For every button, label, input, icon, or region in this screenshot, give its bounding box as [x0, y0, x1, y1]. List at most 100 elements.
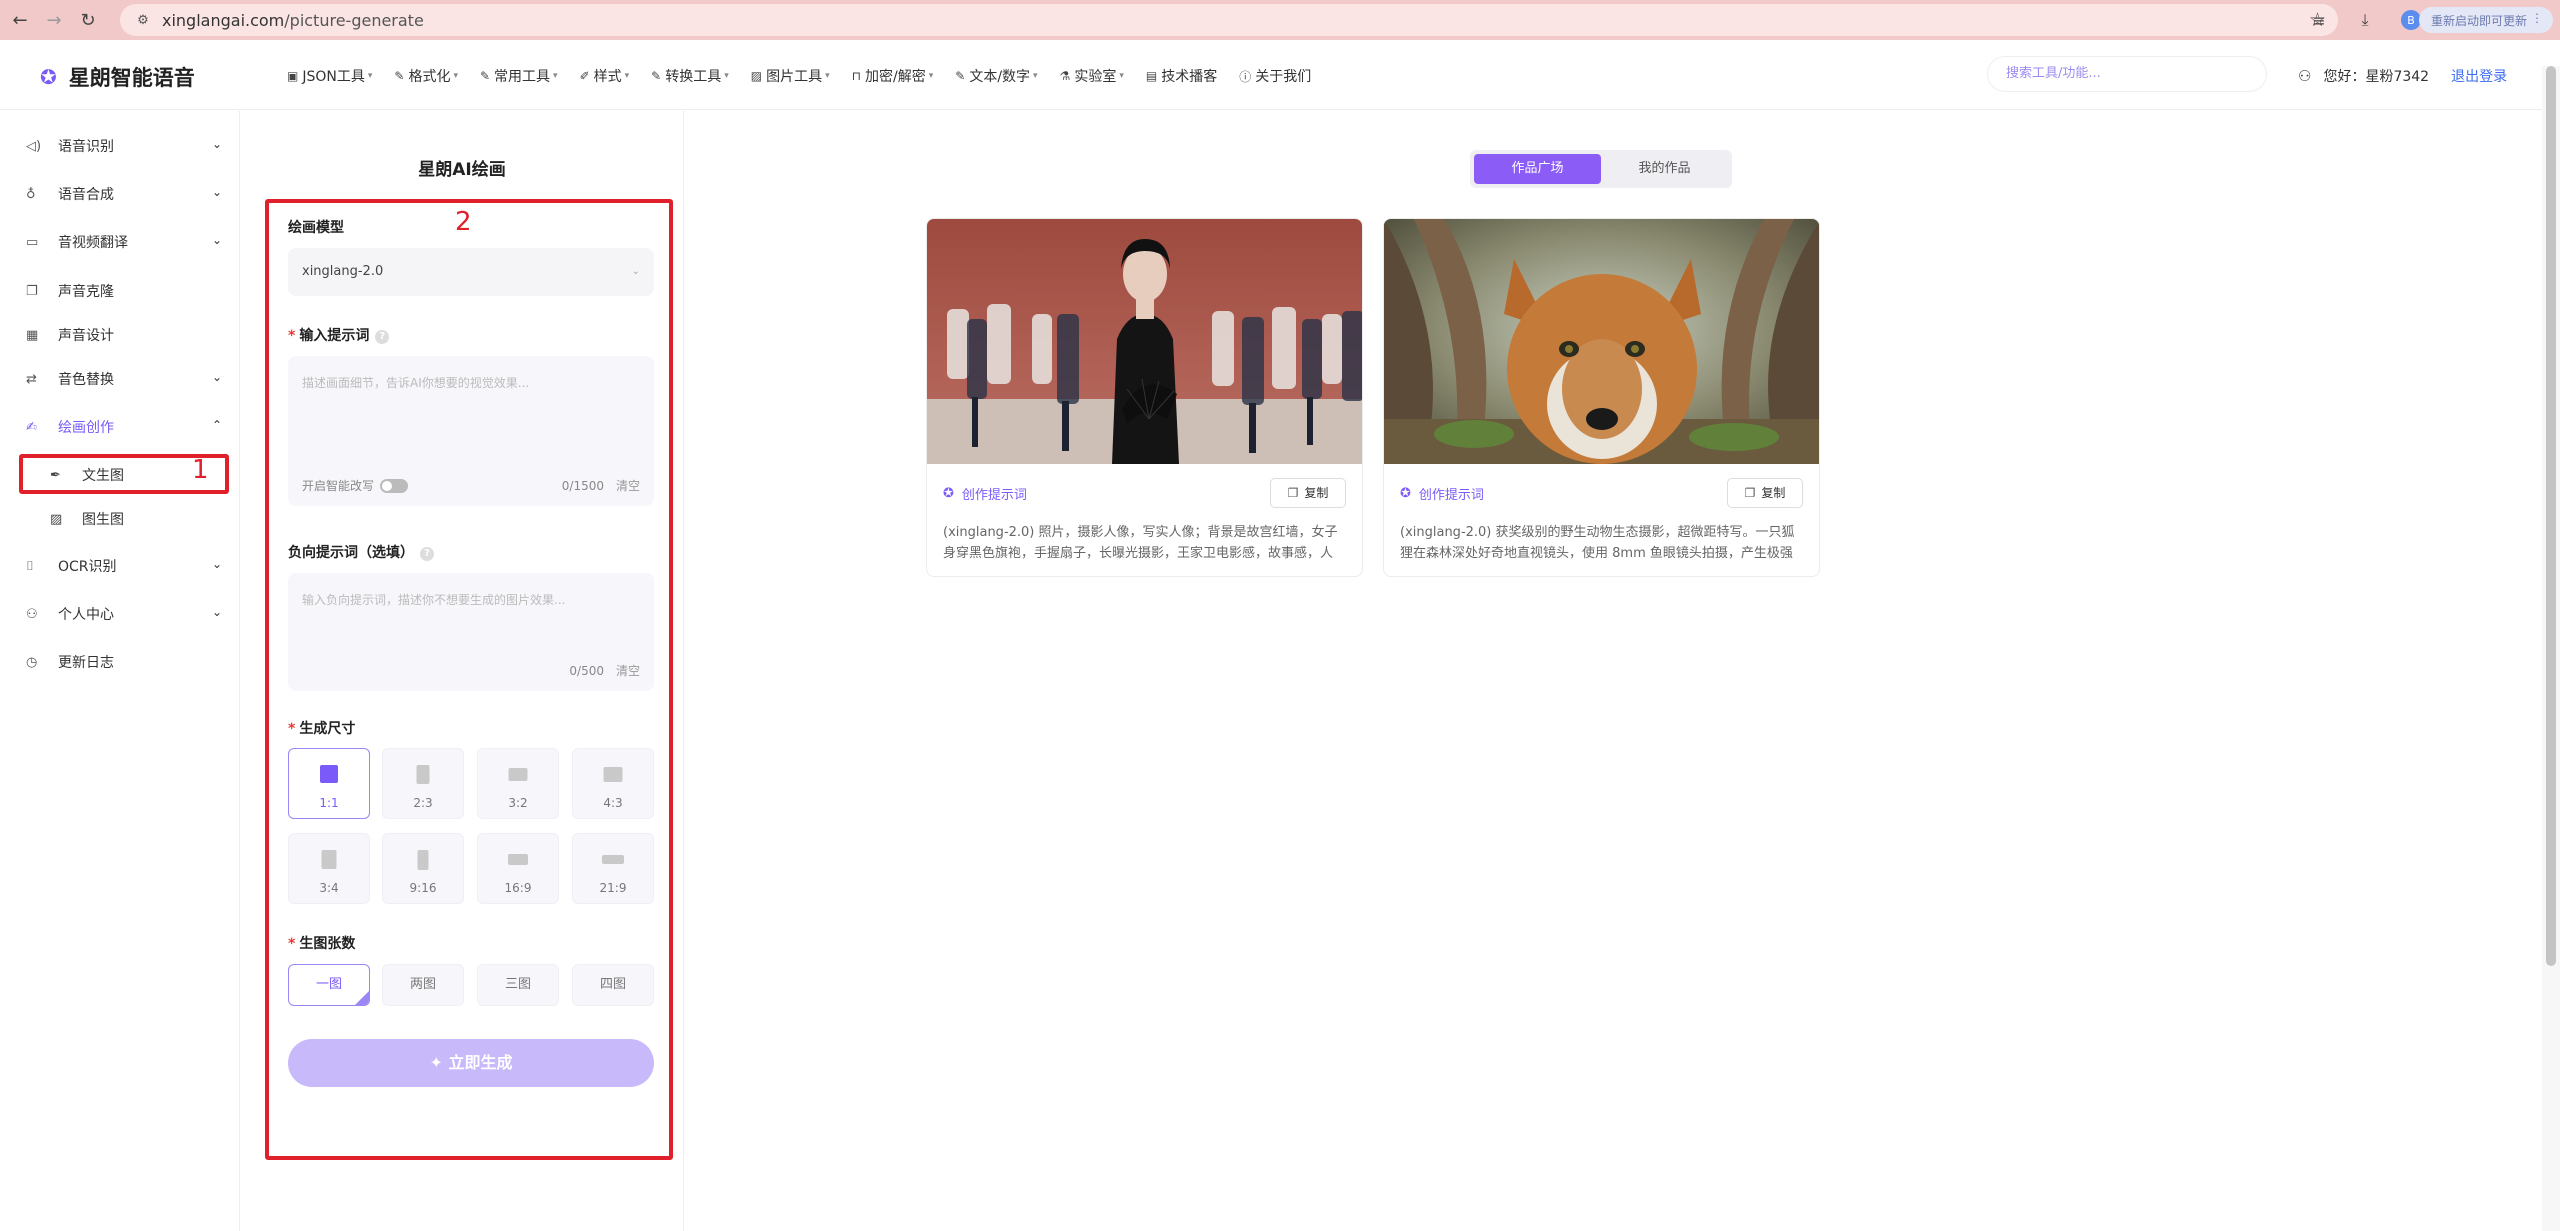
swap-icon: ⇄: [26, 371, 37, 387]
copy-icon: ❐: [1287, 486, 1299, 500]
reload-icon[interactable]: ↻: [74, 6, 102, 34]
sidebar-item-voice-clone[interactable]: ❐ 声音克隆: [26, 273, 222, 309]
nav-tech-podcast[interactable]: ▤ 技术播客: [1146, 66, 1217, 86]
scan-icon: ⌷: [26, 558, 34, 574]
address-bar[interactable]: ⚙ xinglangai.com/picture-generate ☆: [120, 4, 2338, 36]
gallery-card[interactable]: ✪ 创作提示词 ❐ 复制 (xinglang-2.0) 获奖级别的野生动物生态摄影，…: [1383, 218, 1820, 577]
sidebar-subitem-image-to-image[interactable]: ▨ 图生图: [22, 500, 228, 538]
tab-my-works[interactable]: 我的作品: [1601, 154, 1728, 184]
prompt-tag[interactable]: ✪ 创作提示词: [1400, 484, 1484, 503]
nav-image-tools[interactable]: ▨ 图片工具 ▾: [751, 66, 830, 86]
caret-down-icon: ▾: [825, 71, 830, 81]
count-option-four[interactable]: 四图: [572, 964, 654, 1006]
speaker-icon: ◁): [26, 138, 42, 154]
sidebar-item-voice-design[interactable]: ▦ 声音设计: [26, 317, 222, 353]
download-icon[interactable]: ⤓: [2351, 6, 2379, 34]
caret-down-icon: ▾: [1033, 71, 1038, 81]
size-option-9-16[interactable]: 9:16: [382, 833, 464, 904]
size-option-3-2[interactable]: 3:2: [477, 748, 559, 819]
sidebar-item-av-translation[interactable]: ▭ 音视频翻译 ⌄: [26, 224, 222, 260]
size-option-16-9[interactable]: 16:9: [477, 833, 559, 904]
size-option-21-9[interactable]: 21:9: [572, 833, 654, 904]
count-option-one[interactable]: 一图: [288, 964, 370, 1006]
negative-prompt-label: 负向提示词（选填）?: [288, 542, 434, 562]
brand-name: 星朗智能语音: [68, 66, 195, 90]
forward-icon[interactable]: →: [40, 6, 68, 34]
nav-about[interactable]: ⓘ 关于我们: [1239, 66, 1311, 86]
model-select[interactable]: xinglang-2.0 ⌄: [288, 248, 654, 296]
nav-style[interactable]: ✐ 样式 ▾: [580, 66, 630, 86]
chevron-down-icon: ⌄: [631, 266, 640, 277]
logout-link[interactable]: 退出登录: [2451, 66, 2507, 86]
generate-button[interactable]: ✦ 立即生成: [288, 1039, 654, 1087]
url-text[interactable]: xinglangai.com/picture-generate: [162, 11, 424, 30]
sidebar-item-ocr[interactable]: ⌷ OCR识别 ⌄: [26, 548, 222, 584]
count-option-three[interactable]: 三图: [477, 964, 559, 1006]
sidebar-item-speech-recognition[interactable]: ◁) 语音识别 ⌄: [26, 128, 222, 164]
history-icon: ◷: [26, 654, 38, 670]
scrollbar-thumb[interactable]: [2546, 66, 2556, 966]
tool-search-input[interactable]: 搜索工具/功能...: [1987, 56, 2267, 92]
sidebar-item-personal-center[interactable]: ⚇ 个人中心 ⌄: [26, 596, 222, 632]
prompt-tag[interactable]: ✪ 创作提示词: [943, 484, 1027, 503]
flask-icon: ⚗: [1059, 69, 1071, 83]
help-icon[interactable]: ?: [420, 547, 434, 561]
smart-rewrite-row: 开启智能改写: [302, 477, 409, 494]
size-option-4-3[interactable]: 4:3: [572, 748, 654, 819]
menu-kebab-icon[interactable]: ⋮: [2531, 11, 2543, 25]
nav-lab[interactable]: ⚗ 实验室 ▾: [1060, 66, 1124, 86]
size-option-2-3[interactable]: 2:3: [382, 748, 464, 819]
sidebar: ◁) 语音识别 ⌄ ♁ 语音合成 ⌄ ▭ 音视频翻译 ⌄ ❐ 声音克隆 ▦ 声音设计 ⇄ 音色替换…: [0, 111, 240, 1231]
size-option-1-1[interactable]: 1:1: [288, 748, 370, 819]
copy-button[interactable]: ❐ 复制: [1727, 478, 1803, 508]
sidebar-item-changelog[interactable]: ◷ 更新日志: [26, 644, 222, 680]
sparkle-icon: ✪: [1400, 486, 1411, 501]
smart-rewrite-toggle[interactable]: [380, 478, 409, 493]
gallery-card[interactable]: ✪ 创作提示词 ❐ 复制 (xinglang-2.0) 照片，摄影人像，写实人像；背…: [926, 218, 1363, 577]
sidebar-item-drawing[interactable]: ✍ 绘画创作 ⌃: [26, 409, 222, 445]
nav-convert-tools[interactable]: ✎ 转换工具 ▾: [651, 66, 729, 86]
nav-json-tools[interactable]: ▣ JSON工具 ▾: [287, 66, 372, 86]
nav-common-tools[interactable]: ✎ 常用工具 ▾: [480, 66, 558, 86]
nav-encrypt[interactable]: ⊓ 加密/解密 ▾: [852, 66, 934, 86]
media-controls-icon[interactable]: ≡: [2305, 6, 2333, 34]
annotation-number-1: 1: [192, 455, 209, 485]
count-option-two[interactable]: 两图: [382, 964, 464, 1006]
copy-button[interactable]: ❐ 复制: [1270, 478, 1346, 508]
nav-formatter[interactable]: ✎ 格式化 ▾: [394, 66, 458, 86]
negative-clear-button[interactable]: 清空: [616, 664, 640, 678]
caret-down-icon: ▾: [1119, 71, 1124, 81]
negative-char-count: 0/500 清空: [569, 664, 640, 678]
prompt-clear-button[interactable]: 清空: [616, 479, 640, 493]
tab-gallery-plaza[interactable]: 作品广场: [1474, 154, 1601, 184]
help-icon[interactable]: ?: [375, 330, 390, 344]
size-option-3-4[interactable]: 3:4: [288, 833, 370, 904]
site-info-icon[interactable]: ⚙: [134, 11, 152, 29]
update-button[interactable]: 重新启动即可更新 ⋮: [2419, 7, 2553, 33]
prompt-textarea[interactable]: 描述画面细节，告诉AI你想要的视觉效果... 开启智能改写 0/1500 清空: [288, 356, 654, 506]
page-scrollbar[interactable]: [2542, 66, 2560, 1231]
generated-image-portrait[interactable]: [927, 219, 1362, 464]
caret-down-icon: ▾: [928, 71, 934, 81]
back-icon[interactable]: ←: [6, 6, 34, 34]
brand[interactable]: ✪ 星朗智能语音: [40, 62, 195, 92]
size-label: * 生成尺寸: [288, 721, 356, 737]
prompt-char-count: 0/1500 清空: [561, 479, 640, 493]
lock-icon: ⊓: [851, 69, 862, 83]
negative-prompt-textarea[interactable]: 输入负向提示词，描述你不想要生成的图片效果... 0/500 清空: [288, 573, 654, 691]
top-nav: ▣ JSON工具 ▾ ✎ 格式化 ▾ ✎ 常用工具 ▾ ✐ 样式 ▾ ✎ 转换工具 ▾ ▨ 图片工具 ▾…: [287, 66, 1333, 86]
ratio-shape: [602, 855, 624, 864]
sidebar-item-timbre-swap[interactable]: ⇄ 音色替换 ⌄: [26, 361, 222, 397]
prompt-description: (xinglang-2.0) 照片，摄影人像，写实人像；背景是故宫红墙，女子身穿…: [943, 525, 1338, 561]
caret-down-icon: ▾: [453, 71, 458, 81]
prompt-label: * 输入提示词?: [288, 325, 390, 345]
generated-image-fox[interactable]: [1384, 219, 1819, 464]
panel-title: 星朗AI绘画: [418, 160, 506, 180]
mic-icon: ♁: [26, 186, 36, 202]
browser-actions: ≡ ⤓ B: [2305, 6, 2425, 34]
nav-text-number[interactable]: ✎ 文本/数字 ▾: [955, 66, 1037, 86]
paint-icon: ✍: [26, 419, 37, 435]
sidebar-item-speech-synthesis[interactable]: ♁ 语音合成 ⌄: [26, 176, 222, 212]
sparkle-icon: ✪: [943, 486, 954, 501]
chevron-up-icon: ⌃: [211, 418, 222, 432]
